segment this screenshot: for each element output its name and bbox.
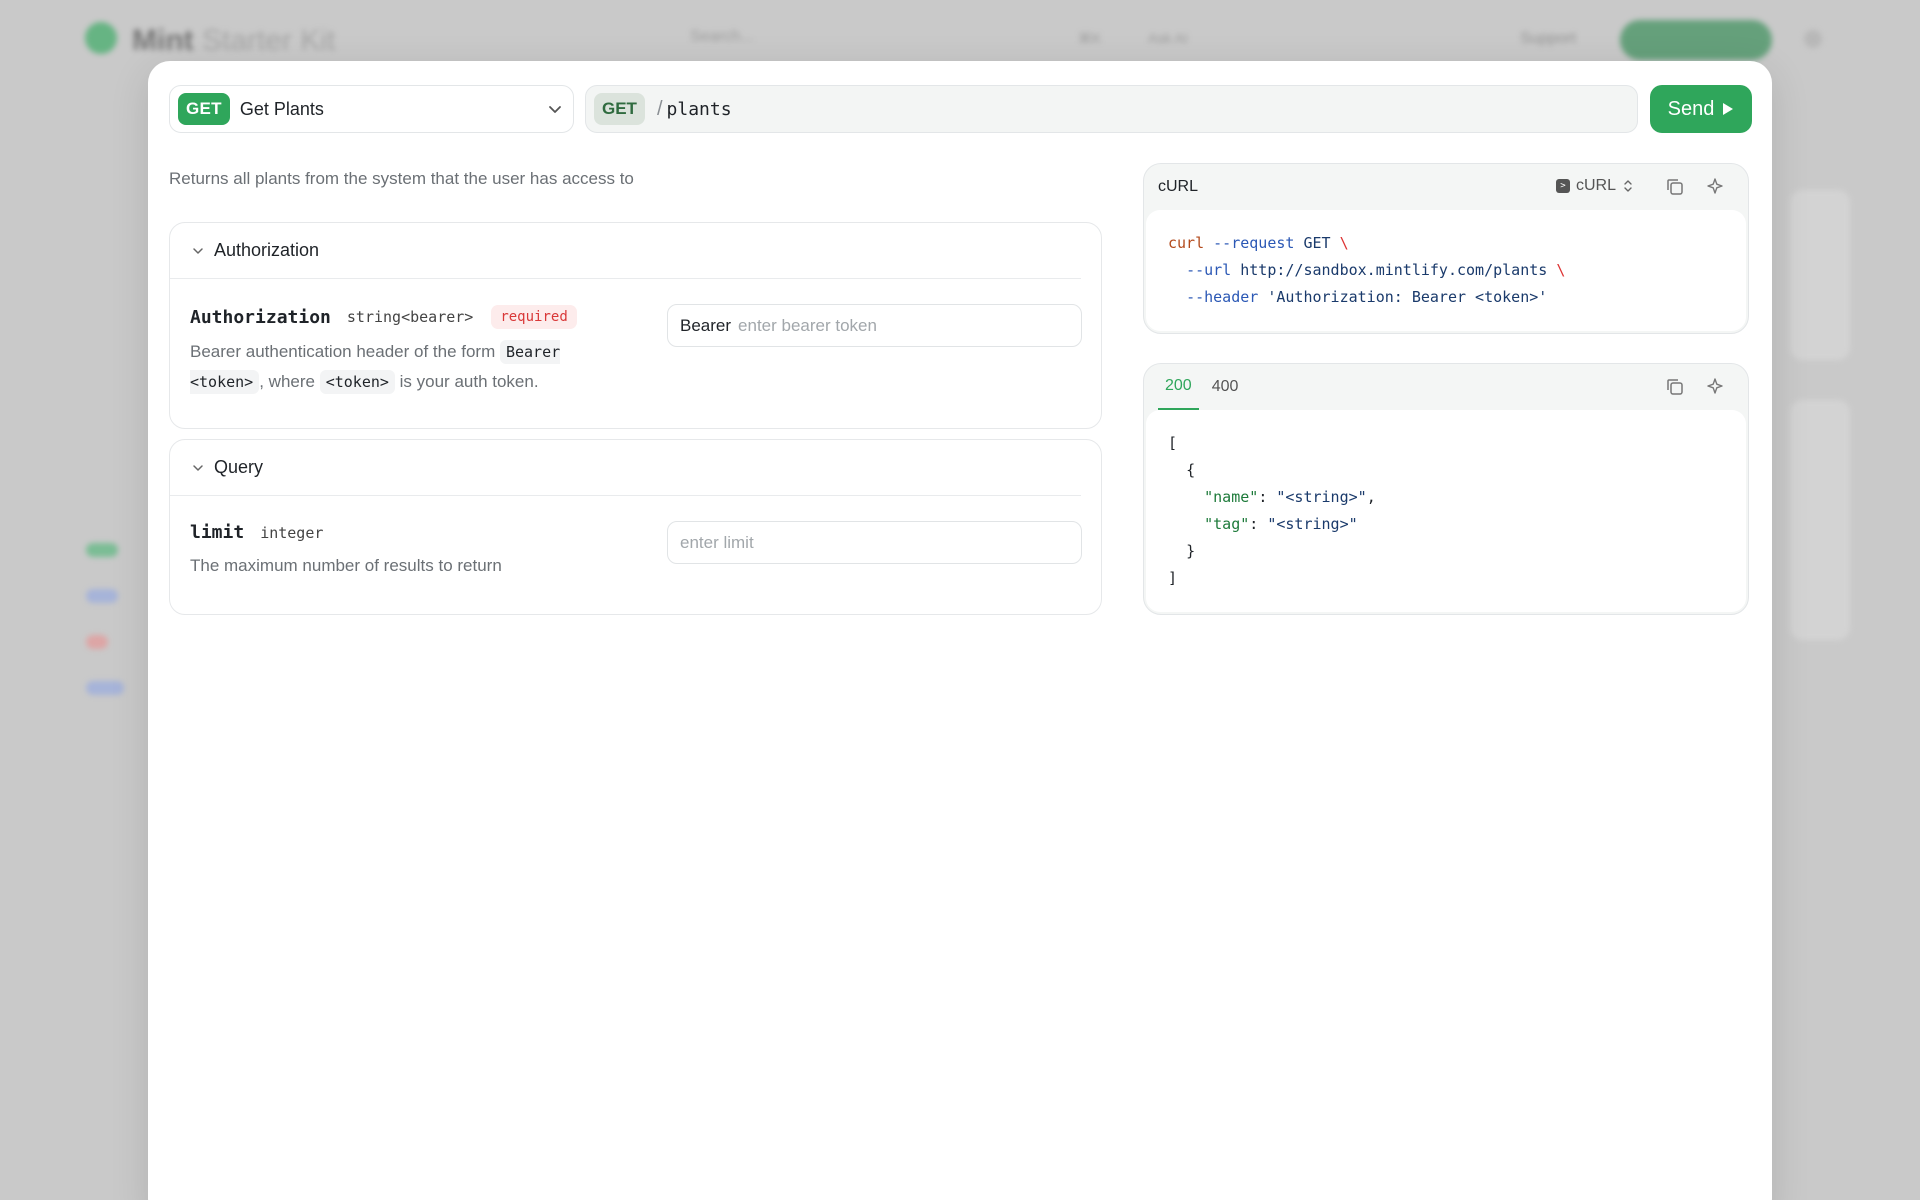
method-badge: GET: [178, 93, 230, 125]
tab-200[interactable]: 200: [1158, 364, 1199, 410]
query-section-header[interactable]: Query: [170, 440, 1081, 496]
tab-400[interactable]: 400: [1205, 364, 1246, 410]
chevron-down-icon: [193, 464, 203, 471]
inline-code: <token>: [319, 370, 395, 394]
background-search: Search...: [690, 28, 755, 45]
send-button[interactable]: Send: [1650, 85, 1752, 133]
background-shortcut: ⌘K: [1078, 30, 1102, 46]
language-label: cURL: [1576, 177, 1617, 194]
section-title: Query: [214, 457, 264, 477]
required-badge: required: [491, 305, 577, 329]
chevron-down-icon: [193, 247, 203, 254]
param-description: Bearer authentication header of the form…: [190, 337, 620, 397]
api-playground-modal: GET Get Plants GET / plants Send Returns…: [148, 61, 1772, 1200]
code-panel-header: cURL > cURL: [1144, 164, 1748, 210]
code-sample-panel: cURL > cURL curl --request GET \ --url h…: [1143, 163, 1749, 334]
chevron-updown-icon: [1624, 180, 1632, 192]
background-cta-button: [1620, 20, 1772, 60]
send-label: Send: [1667, 97, 1715, 120]
param-type: string<bearer>: [346, 308, 474, 326]
background-card: [1790, 400, 1850, 640]
response-panel: 200 400 [ { "name": "<string>", "tag": "…: [1143, 363, 1749, 615]
param-name: Authorization: [190, 306, 331, 328]
url-bar[interactable]: GET / plants: [585, 85, 1638, 133]
response-tabs: 200 400: [1144, 364, 1748, 410]
code-panel-title: cURL: [1158, 178, 1199, 195]
copy-icon[interactable]: [1664, 376, 1686, 398]
query-section: Query limit integer The maximum number o…: [169, 439, 1102, 615]
play-icon: [1723, 103, 1734, 115]
terminal-icon: >: [1556, 179, 1570, 193]
url-slash: /: [656, 97, 663, 120]
background-support: Support: [1520, 30, 1577, 47]
authorization-section-header[interactable]: Authorization: [170, 223, 1081, 279]
copy-icon[interactable]: [1664, 176, 1686, 198]
background-ask-ai: Ask AI: [1148, 30, 1188, 46]
logo-icon: [85, 22, 117, 54]
param-type: integer: [260, 523, 324, 542]
nav-method-pill: [86, 543, 118, 557]
bearer-token-field[interactable]: Bearer: [667, 304, 1082, 347]
sparkle-icon[interactable]: [1704, 376, 1726, 398]
endpoint-name: Get Plants: [239, 98, 324, 119]
response-code-block: [ { "name": "<string>", "tag": "<string>…: [1146, 410, 1746, 612]
nav-method-pill: [86, 589, 118, 603]
limit-input[interactable]: [680, 532, 1069, 553]
authorization-param: Authorization string<bearer> required Be…: [170, 279, 1101, 397]
authorization-section: Authorization Authorization string<beare…: [169, 222, 1102, 429]
endpoint-selector[interactable]: GET Get Plants: [169, 85, 574, 133]
url-path: plants: [666, 98, 732, 120]
param-description: The maximum number of results to return: [190, 556, 502, 575]
param-name: limit: [190, 522, 245, 543]
nav-method-pill: [86, 681, 124, 695]
limit-field[interactable]: [667, 521, 1082, 564]
sparkle-icon[interactable]: [1704, 176, 1726, 198]
theme-toggle-icon: [1804, 30, 1822, 48]
nav-method-pill: [86, 635, 108, 649]
url-method-badge: GET: [594, 93, 645, 125]
language-selector[interactable]: > cURL: [1556, 177, 1634, 195]
section-title: Authorization: [214, 240, 320, 260]
curl-code-block: curl --request GET \ --url http://sandbo…: [1146, 210, 1746, 331]
brand-title: Mint Starter Kit: [132, 24, 336, 57]
bearer-token-input[interactable]: [738, 315, 1069, 336]
endpoint-description: Returns all plants from the system that …: [169, 169, 634, 188]
bearer-prefix: Bearer: [680, 315, 732, 335]
chevron-down-icon: [549, 106, 561, 113]
limit-param: limit integer The maximum number of resu…: [170, 496, 1101, 581]
background-card: [1790, 190, 1850, 360]
